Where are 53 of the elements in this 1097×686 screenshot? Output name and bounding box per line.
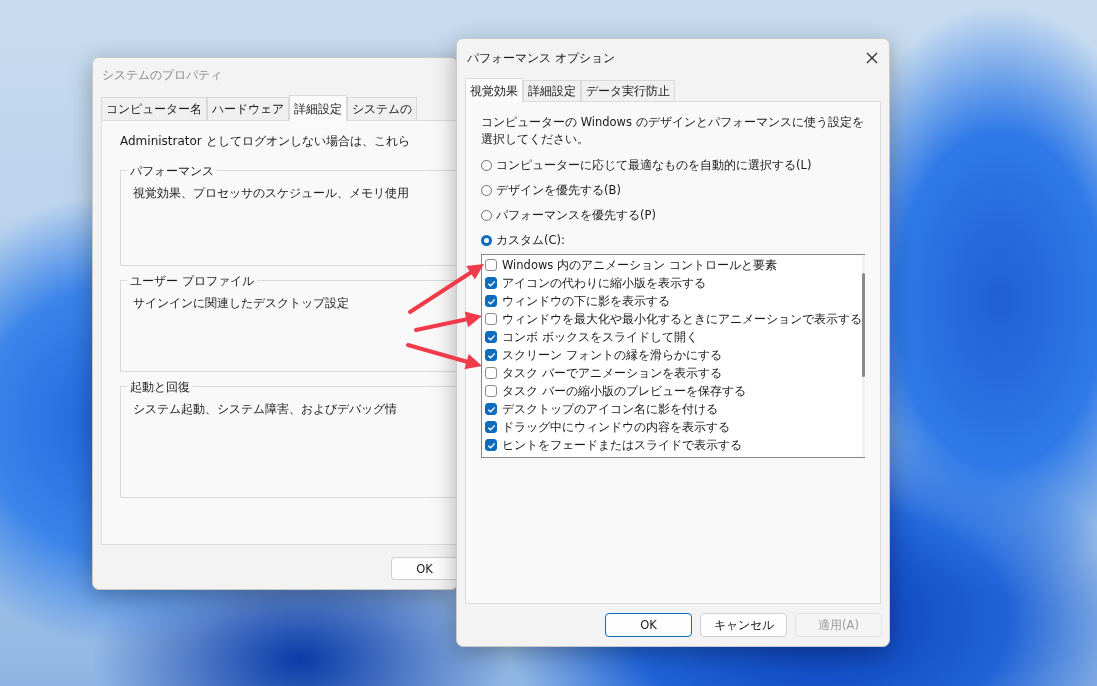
- ok-button[interactable]: OK: [391, 557, 457, 580]
- intro-text: Administrator としてログオンしない場合は、これら: [120, 133, 411, 150]
- checkbox-label[interactable]: Windows 内のアニメーション コントロールと要素: [502, 257, 777, 273]
- checkbox-label[interactable]: デスクトップのアイコン名に影を付ける: [502, 401, 718, 417]
- checkbox[interactable]: [485, 259, 497, 271]
- checkbox[interactable]: [485, 295, 497, 307]
- checkbox-label[interactable]: コンボ ボックスをスライドして開く: [502, 329, 698, 345]
- checkbox[interactable]: [485, 313, 497, 325]
- checkbox[interactable]: [485, 277, 497, 289]
- radio-option[interactable]: デザインを優先する(B): [481, 178, 865, 203]
- radio-button[interactable]: [481, 185, 492, 196]
- radio-option[interactable]: コンピューターに応じて最適なものを自動的に選択する(L): [481, 153, 865, 178]
- tab[interactable]: ハードウェア: [207, 97, 289, 120]
- radio-button[interactable]: [481, 235, 492, 246]
- radio-button[interactable]: [481, 160, 492, 171]
- checkbox[interactable]: [485, 385, 497, 397]
- checkbox-label[interactable]: タスク バーの縮小版のプレビューを保存する: [502, 383, 746, 399]
- group-title: 起動と回復: [127, 379, 193, 396]
- checkbox-label[interactable]: アイコンの代わりに縮小版を表示する: [502, 275, 706, 291]
- close-icon[interactable]: [866, 52, 878, 64]
- scrollbar-thumb[interactable]: [862, 273, 865, 377]
- group-description: サインインに関連したデスクトップ設定: [133, 295, 349, 312]
- radio-button[interactable]: [481, 210, 492, 221]
- tab[interactable]: システムの: [347, 97, 417, 120]
- checkbox-label[interactable]: ウィンドウの下に影を表示する: [502, 293, 670, 309]
- checkbox[interactable]: [485, 331, 497, 343]
- checkbox[interactable]: [485, 403, 497, 415]
- dialog-button[interactable]: キャンセル: [700, 613, 787, 637]
- checkbox-label[interactable]: ヒントをフェードまたはスライドで表示する: [502, 437, 742, 453]
- checkbox-label[interactable]: タスク バーでアニメーションを表示する: [502, 365, 722, 381]
- tab[interactable]: 詳細設定: [289, 95, 347, 121]
- group-title: パフォーマンス: [127, 163, 217, 180]
- radio-option[interactable]: カスタム(C):: [481, 228, 865, 253]
- description-text: コンピューターの Windows のデザインとパフォーマンスに使う設定を選択してください。: [481, 114, 865, 148]
- tab[interactable]: 詳細設定: [523, 80, 581, 101]
- checkbox[interactable]: [485, 421, 497, 433]
- checkbox[interactable]: [485, 349, 497, 361]
- radio-option[interactable]: パフォーマンスを優先する(P): [481, 203, 865, 228]
- scrollbar[interactable]: [862, 255, 865, 457]
- dialog-button[interactable]: OK: [605, 613, 692, 637]
- window-title: パフォーマンス オプション: [467, 49, 615, 67]
- group-description: システム起動、システム障害、およびデバッグ情: [133, 401, 397, 418]
- checkbox[interactable]: [485, 439, 497, 451]
- tab[interactable]: データ実行防止: [581, 80, 675, 101]
- checkbox-label[interactable]: スクリーン フォントの縁を滑らかにする: [502, 347, 722, 363]
- tab[interactable]: 視覚効果: [465, 78, 523, 102]
- checkbox-label[interactable]: ドラッグ中にウィンドウの内容を表示する: [502, 419, 730, 435]
- tab[interactable]: コンピューター名: [101, 97, 207, 120]
- checkbox-label[interactable]: ウィンドウを最大化や最小化するときにアニメーションで表示する: [502, 311, 862, 327]
- checkbox[interactable]: [485, 367, 497, 379]
- window-title: システムのプロパティ: [101, 67, 223, 84]
- group-title: ユーザー プロファイル: [127, 273, 257, 290]
- group-description: 視覚効果、プロセッサのスケジュール、メモリ使用: [133, 185, 409, 202]
